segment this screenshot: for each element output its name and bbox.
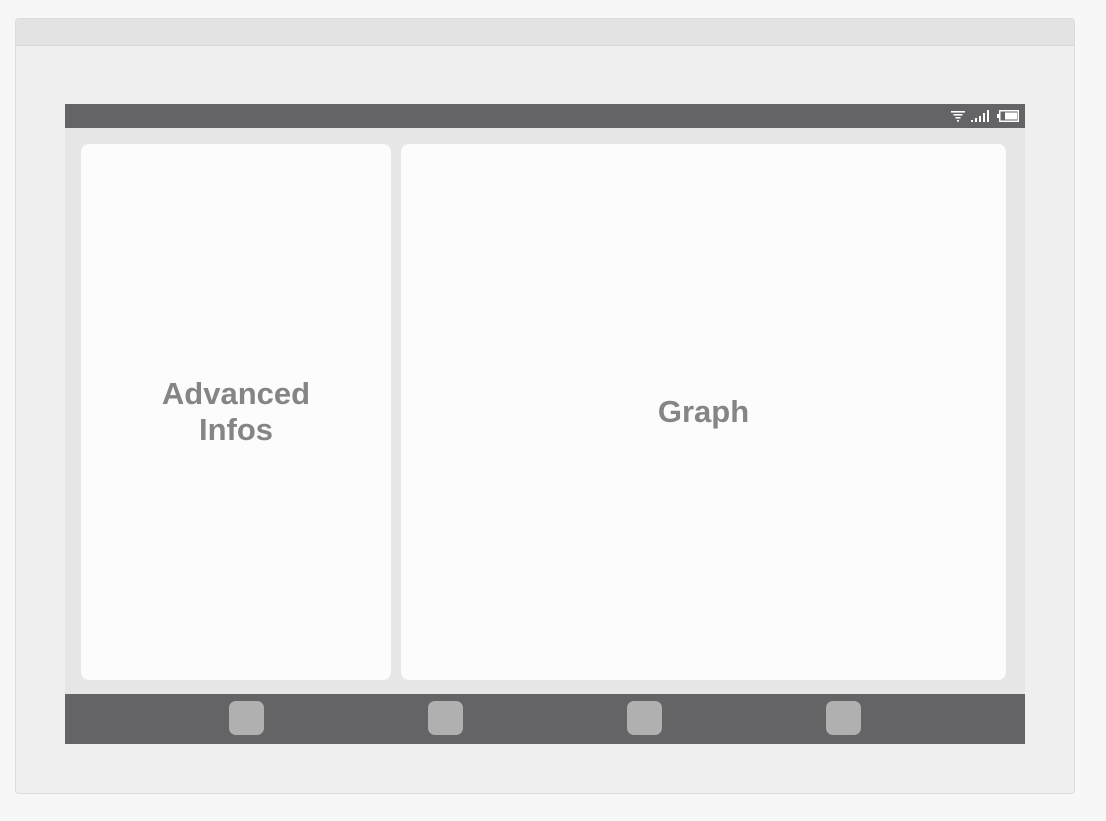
tablet-screen: Advanced Infos Graph (65, 104, 1025, 744)
nav-button-1[interactable] (229, 701, 264, 735)
window-titlebar (16, 19, 1074, 46)
graph-label: Graph (657, 394, 750, 429)
graph-panel: Graph (401, 144, 1006, 680)
battery-icon (997, 110, 1019, 122)
advanced-infos-panel: Advanced Infos (81, 144, 391, 680)
navigation-bar (65, 694, 1025, 744)
status-icons (951, 104, 1019, 128)
nav-button-4[interactable] (826, 701, 861, 735)
content-area: Advanced Infos Graph (65, 128, 1025, 694)
nav-button-3[interactable] (627, 701, 662, 735)
wifi-icon (951, 110, 965, 122)
nav-button-2[interactable] (428, 701, 463, 735)
status-bar (65, 104, 1025, 128)
advanced-infos-label: Advanced Infos (161, 376, 311, 447)
signal-icon (971, 110, 991, 122)
